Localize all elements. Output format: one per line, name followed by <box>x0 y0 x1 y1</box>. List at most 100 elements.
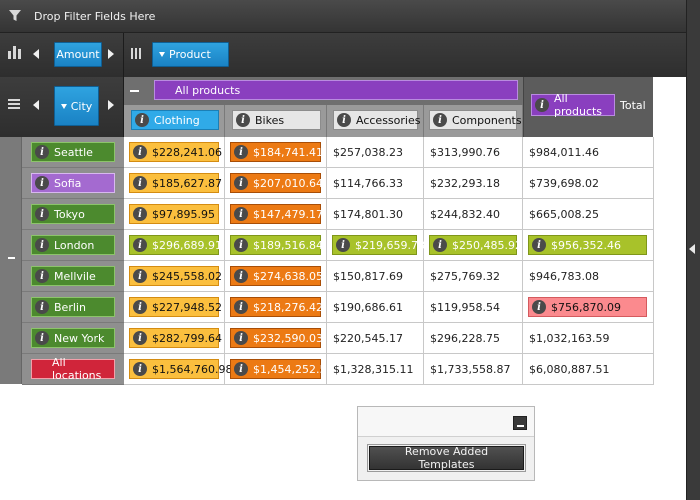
total-cell[interactable]: $665,008.25 <box>523 199 654 230</box>
info-icon[interactable]: i <box>433 238 447 252</box>
info-icon[interactable]: i <box>35 207 49 221</box>
column-header-clothing[interactable]: i Clothing <box>131 110 219 130</box>
info-icon[interactable]: i <box>532 300 546 314</box>
column-field-product[interactable]: Product <box>152 42 229 67</box>
minimize-button[interactable] <box>513 416 527 430</box>
info-icon[interactable]: i <box>35 176 49 190</box>
total-cell[interactable]: i $956,352.46 <box>523 230 654 261</box>
info-icon[interactable]: i <box>35 269 49 283</box>
info-icon[interactable]: i <box>133 300 147 314</box>
chevron-left-icon[interactable] <box>33 49 39 59</box>
value-cell[interactable]: i $185,627.87 <box>124 168 225 199</box>
value-cell[interactable]: i $1,454,252.56 <box>225 354 333 385</box>
row-header-all-locations[interactable]: All locations <box>31 356 115 382</box>
info-icon[interactable]: i <box>234 362 248 376</box>
column-group-all-products[interactable]: All products <box>154 80 518 100</box>
total-cell[interactable]: i $756,870.09 <box>523 292 654 323</box>
info-icon[interactable]: i <box>234 300 248 314</box>
info-icon[interactable]: i <box>234 238 248 252</box>
value-cell[interactable]: i $219,659.78 <box>327 230 425 261</box>
total-cell[interactable]: $739,698.02 <box>523 168 654 199</box>
value-cell[interactable]: $150,817.69 <box>327 261 424 292</box>
value-cell[interactable]: i $207,010.64 <box>225 168 327 199</box>
total-cell[interactable]: $1,032,163.59 <box>523 323 654 354</box>
remove-added-templates-button[interactable]: Remove Added Templates <box>367 444 526 472</box>
info-icon[interactable]: i <box>133 269 147 283</box>
info-icon[interactable]: i <box>133 331 147 345</box>
total-cell[interactable]: $984,011.46 <box>523 137 654 168</box>
column-header-accessories[interactable]: i Accessories <box>333 110 420 130</box>
row-header-london[interactable]: i London <box>31 235 115 255</box>
value-cell[interactable]: $220,545.17 <box>327 323 424 354</box>
value-cell[interactable]: $119,958.54 <box>424 292 523 323</box>
value-cell[interactable]: i $245,558.02 <box>124 261 225 292</box>
row-header-seattle[interactable]: i Seattle <box>31 142 115 162</box>
value-cell[interactable]: i $218,276.42 <box>225 292 327 323</box>
side-panel-handle[interactable] <box>686 0 700 500</box>
value-cell[interactable]: i $184,741.41 <box>225 137 327 168</box>
value-cell[interactable]: $257,038.23 <box>327 137 424 168</box>
info-icon[interactable]: i <box>234 176 248 190</box>
info-icon[interactable]: i <box>535 98 549 112</box>
column-header-components[interactable]: i Components <box>429 110 522 130</box>
value-cell[interactable]: $114,766.33 <box>327 168 424 199</box>
value-cell[interactable]: $275,769.32 <box>424 261 523 292</box>
value-cell[interactable]: i $189,516.84 <box>225 230 327 261</box>
info-icon[interactable]: i <box>35 145 49 159</box>
row-field-city[interactable]: City <box>54 86 99 126</box>
info-icon[interactable]: i <box>35 331 49 345</box>
row-header-mellvile[interactable]: i Mellvile <box>31 266 115 286</box>
value-cell[interactable]: i $296,689.91 <box>124 230 225 261</box>
row-header-sofia[interactable]: i Sofia <box>31 173 115 193</box>
value-cell[interactable]: $244,832.40 <box>424 199 523 230</box>
value-cell[interactable]: i $274,638.05 <box>225 261 327 292</box>
info-icon[interactable]: i <box>234 269 248 283</box>
info-icon[interactable]: i <box>236 113 250 127</box>
value-cell[interactable]: $1,733,558.87 <box>424 354 523 385</box>
value-cell[interactable]: $232,293.18 <box>424 168 523 199</box>
info-icon[interactable]: i <box>133 238 147 252</box>
value-cell[interactable]: i $228,241.06 <box>124 137 225 168</box>
info-icon[interactable]: i <box>234 207 248 221</box>
info-icon[interactable]: i <box>234 145 248 159</box>
grand-total-all-products[interactable]: i All products <box>531 92 615 118</box>
chevron-right-icon[interactable] <box>108 100 114 110</box>
info-icon[interactable]: i <box>433 113 447 127</box>
row-header-new-york[interactable]: i New York <box>31 328 115 348</box>
data-field-amount[interactable]: Amount <box>54 42 102 67</box>
value-cell[interactable]: $190,686.61 <box>327 292 424 323</box>
info-icon[interactable]: i <box>133 176 147 190</box>
value-cell[interactable]: i $250,485.92 <box>424 230 523 261</box>
chevron-left-icon[interactable] <box>33 100 39 110</box>
value-cell[interactable]: i $232,590.03 <box>225 323 327 354</box>
filter-drop-area[interactable]: Drop Filter Fields Here <box>0 0 686 33</box>
info-icon[interactable]: i <box>35 300 49 314</box>
value-cell[interactable]: $174,801.30 <box>327 199 424 230</box>
info-icon[interactable]: i <box>337 113 351 127</box>
value-cell[interactable]: $1,328,315.11 <box>327 354 424 385</box>
info-icon[interactable]: i <box>234 331 248 345</box>
row-header-berlin[interactable]: i Berlin <box>31 297 115 317</box>
total-cell[interactable]: $6,080,887.51 <box>523 354 654 385</box>
row-header-tokyo[interactable]: i Tokyo <box>31 204 115 224</box>
total-cell[interactable]: $946,783.08 <box>523 261 654 292</box>
column-header-bikes[interactable]: i Bikes <box>232 110 321 130</box>
value-text: $245,558.02 <box>152 269 222 283</box>
info-icon[interactable]: i <box>133 207 147 221</box>
info-icon[interactable]: i <box>133 145 147 159</box>
value-cell[interactable]: i $1,564,760.98 <box>124 354 232 385</box>
value-cell[interactable]: i $227,948.52 <box>124 292 225 323</box>
value-cell[interactable]: i $97,895.95 <box>124 199 225 230</box>
value-cell[interactable]: $296,228.75 <box>424 323 523 354</box>
info-icon[interactable]: i <box>133 362 147 376</box>
info-icon[interactable]: i <box>336 238 350 252</box>
chevron-right-icon[interactable] <box>108 49 114 59</box>
info-icon[interactable]: i <box>35 238 49 252</box>
value-cell[interactable]: $313,990.76 <box>424 137 523 168</box>
value-cell[interactable]: i $282,799.64 <box>124 323 225 354</box>
info-icon[interactable]: i <box>135 113 149 127</box>
minus-icon[interactable] <box>130 90 139 92</box>
value-cell[interactable]: i $147,479.17 <box>225 199 327 230</box>
info-icon[interactable]: i <box>532 238 546 252</box>
minus-icon[interactable] <box>8 257 15 259</box>
